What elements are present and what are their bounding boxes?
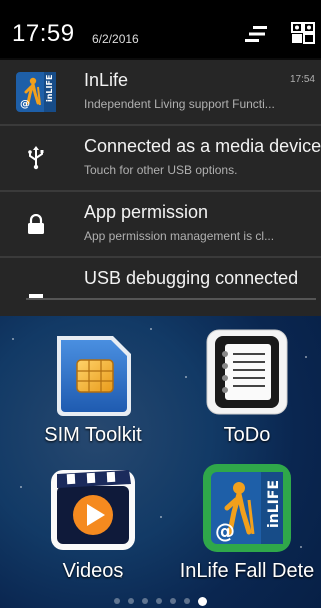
page-dot[interactable] — [170, 598, 176, 604]
date: 6/2/2016 — [92, 32, 139, 46]
shade-drag-handle[interactable] — [26, 298, 316, 300]
lock-icon — [14, 202, 58, 246]
settings-sliders-icon[interactable] — [245, 24, 269, 44]
page-indicator[interactable] — [0, 594, 321, 608]
usb-icon — [14, 136, 58, 180]
app-todo[interactable]: ToDo — [172, 326, 321, 447]
notification-shade: 17:59 6/2/2016 @ inLIFE InLife Independe… — [0, 0, 321, 316]
clock: 17:59 — [12, 20, 75, 47]
app-videos[interactable]: Videos — [18, 462, 168, 583]
notification-time: 17:54 — [289, 74, 315, 85]
svg-text:@: @ — [20, 99, 30, 110]
app-inlife-fall-detection[interactable]: @ inLIFE InLife Fall Dete — [172, 462, 321, 583]
notification-title: InLife — [84, 70, 129, 90]
page-dot-active[interactable] — [198, 596, 207, 606]
profile-icon[interactable] — [290, 20, 316, 46]
inlife-app-icon: @ inLIFE — [201, 462, 293, 554]
home-screen: SIM Toolkit ToDo Videos @ inLIFE InLife … — [0, 316, 321, 608]
notification-text: Independent Living support Functi... — [84, 97, 275, 111]
app-label: SIM Toolkit — [44, 424, 142, 446]
wallpaper-star — [12, 338, 14, 340]
svg-text:@: @ — [215, 519, 235, 543]
notification-text: Touch for other USB options. — [84, 163, 238, 177]
page-dot[interactable] — [128, 598, 134, 604]
app-sim-toolkit[interactable]: SIM Toolkit — [18, 326, 168, 447]
inlife-app-icon: @ inLIFE — [14, 70, 58, 114]
app-label: ToDo — [223, 424, 271, 446]
svg-text:inLIFE: inLIFE — [266, 480, 282, 528]
app-label: Videos — [62, 560, 124, 582]
notepad-icon — [201, 326, 293, 418]
notification-usb-debugging[interactable]: USB debugging connected — [0, 258, 321, 316]
notification-app-permission[interactable]: App permission App permission management… — [0, 192, 321, 256]
notification-title: USB debugging connected — [84, 268, 299, 288]
app-label: InLife Fall Dete — [179, 560, 315, 582]
video-play-icon — [47, 462, 139, 554]
page-dot[interactable] — [184, 598, 190, 604]
svg-text:inLIFE: inLIFE — [45, 75, 54, 102]
notification-usb-media[interactable]: Connected as a media device Touch for ot… — [0, 126, 321, 190]
page-dot[interactable] — [114, 598, 120, 604]
page-dot[interactable] — [142, 598, 148, 604]
notification-text: App permission management is cl... — [84, 229, 275, 243]
sim-card-icon — [47, 326, 139, 418]
page-dot[interactable] — [156, 598, 162, 604]
notification-title: Connected as a media device — [84, 136, 321, 156]
status-bar: 17:59 6/2/2016 — [0, 0, 321, 58]
notification-inlife[interactable]: @ inLIFE InLife Independent Living suppo… — [0, 60, 321, 124]
usb-debug-icon — [14, 268, 58, 312]
notification-title: App permission — [84, 202, 209, 222]
